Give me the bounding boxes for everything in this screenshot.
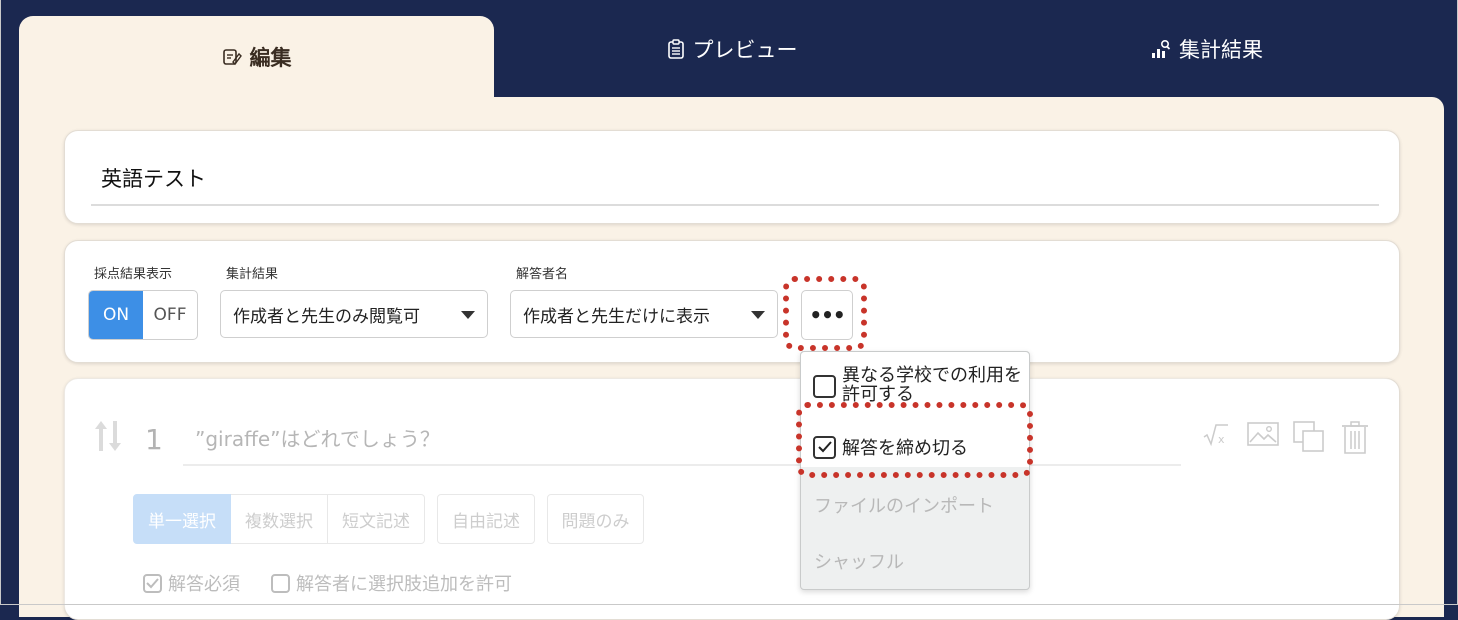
title-underline [91,204,1379,206]
respondent-label: 解答者名 [516,267,569,282]
checkbox-checked-icon [143,573,162,593]
question-type-group: 単一選択 複数選択 短文記述 自由記述 問題のみ [133,494,644,544]
respondent-select[interactable]: 作成者と先生だけに表示 [510,290,778,338]
menu-item-allow-other-school-label: 異なる学校での利用を許可する [842,365,1022,405]
bar-chart-icon [1151,39,1171,59]
checkbox-empty-icon [271,573,290,593]
more-options-button[interactable]: ••• [801,290,853,340]
menu-item-close-answers[interactable]: 解答を締め切る [813,434,968,460]
tab-edit-label: 編集 [249,45,292,70]
clipboard-icon [667,38,685,59]
checkbox-checked-icon [813,435,836,459]
caret-down-icon [461,311,475,319]
caret-down-icon [751,311,765,319]
question-card: 1 ”giraffe”はどれでしょう？ x 単一選択 複数選択 短文記述 自由記… [64,378,1400,620]
type-question-only[interactable]: 問題のみ [547,494,644,544]
question-number: 1 [145,423,163,456]
score-display-label: 採点結果表示 [94,267,173,282]
respondent-select-value: 作成者と先生だけに表示 [523,306,710,327]
required-label: 解答必須 [168,574,240,595]
tab-results[interactable]: 集計結果 [970,0,1444,97]
toggle-on[interactable]: ON [89,291,143,339]
question-text-input[interactable]: ”giraffe”はどれでしょう？ [195,423,440,452]
tab-results-label: 集計結果 [1179,37,1263,62]
copy-icon[interactable] [1293,421,1325,453]
summary-select[interactable]: 作成者と先生のみ閲覧可 [220,290,488,338]
menu-item-import-file[interactable]: ファイルのインポート [814,492,994,518]
tab-preview-label: プレビュー [692,37,798,62]
settings-card: 採点結果表示 ON OFF 集計結果 作成者と先生のみ閲覧可 解答者名 作成者と… [64,240,1400,363]
sort-icon[interactable] [93,419,123,457]
image-icon[interactable] [1247,421,1279,447]
score-display-toggle[interactable]: ON OFF [88,290,198,340]
toggle-off[interactable]: OFF [143,291,197,339]
checkbox-empty-icon [813,375,836,398]
allow-add-choice-checkbox[interactable]: 解答者に選択肢追加を許可 [271,570,512,596]
more-icon: ••• [809,303,845,327]
tab-edit[interactable]: 編集 [19,16,494,97]
type-short-text[interactable]: 短文記述 [328,494,425,544]
title-card: 英語テスト [64,130,1400,224]
trash-icon[interactable] [1341,421,1369,455]
question-underline [183,464,1181,466]
type-free-text[interactable]: 自由記述 [437,494,535,544]
type-multiple-choice[interactable]: 複数選択 [231,494,328,544]
tab-preview[interactable]: プレビュー [494,0,970,97]
required-checkbox[interactable]: 解答必須 [143,570,240,596]
type-single-choice[interactable]: 単一選択 [133,494,231,544]
summary-select-value: 作成者と先生のみ閲覧可 [233,306,420,327]
menu-item-close-answers-label: 解答を締め切る [842,438,968,459]
allow-add-choice-label: 解答者に選択肢追加を許可 [296,574,512,595]
math-icon[interactable]: x [1202,421,1230,447]
summary-label: 集計結果 [226,267,279,282]
menu-item-allow-other-school[interactable]: 異なる学校での利用を許可する [813,366,1023,404]
svg-text:x: x [1218,433,1225,446]
more-options-menu: 異なる学校での利用を許可する 解答を締め切る ファイルのインポート シャッフル [800,351,1030,590]
edit-icon [222,47,242,67]
menu-item-shuffle[interactable]: シャッフル [814,548,904,574]
form-title-input[interactable]: 英語テスト [101,163,206,193]
